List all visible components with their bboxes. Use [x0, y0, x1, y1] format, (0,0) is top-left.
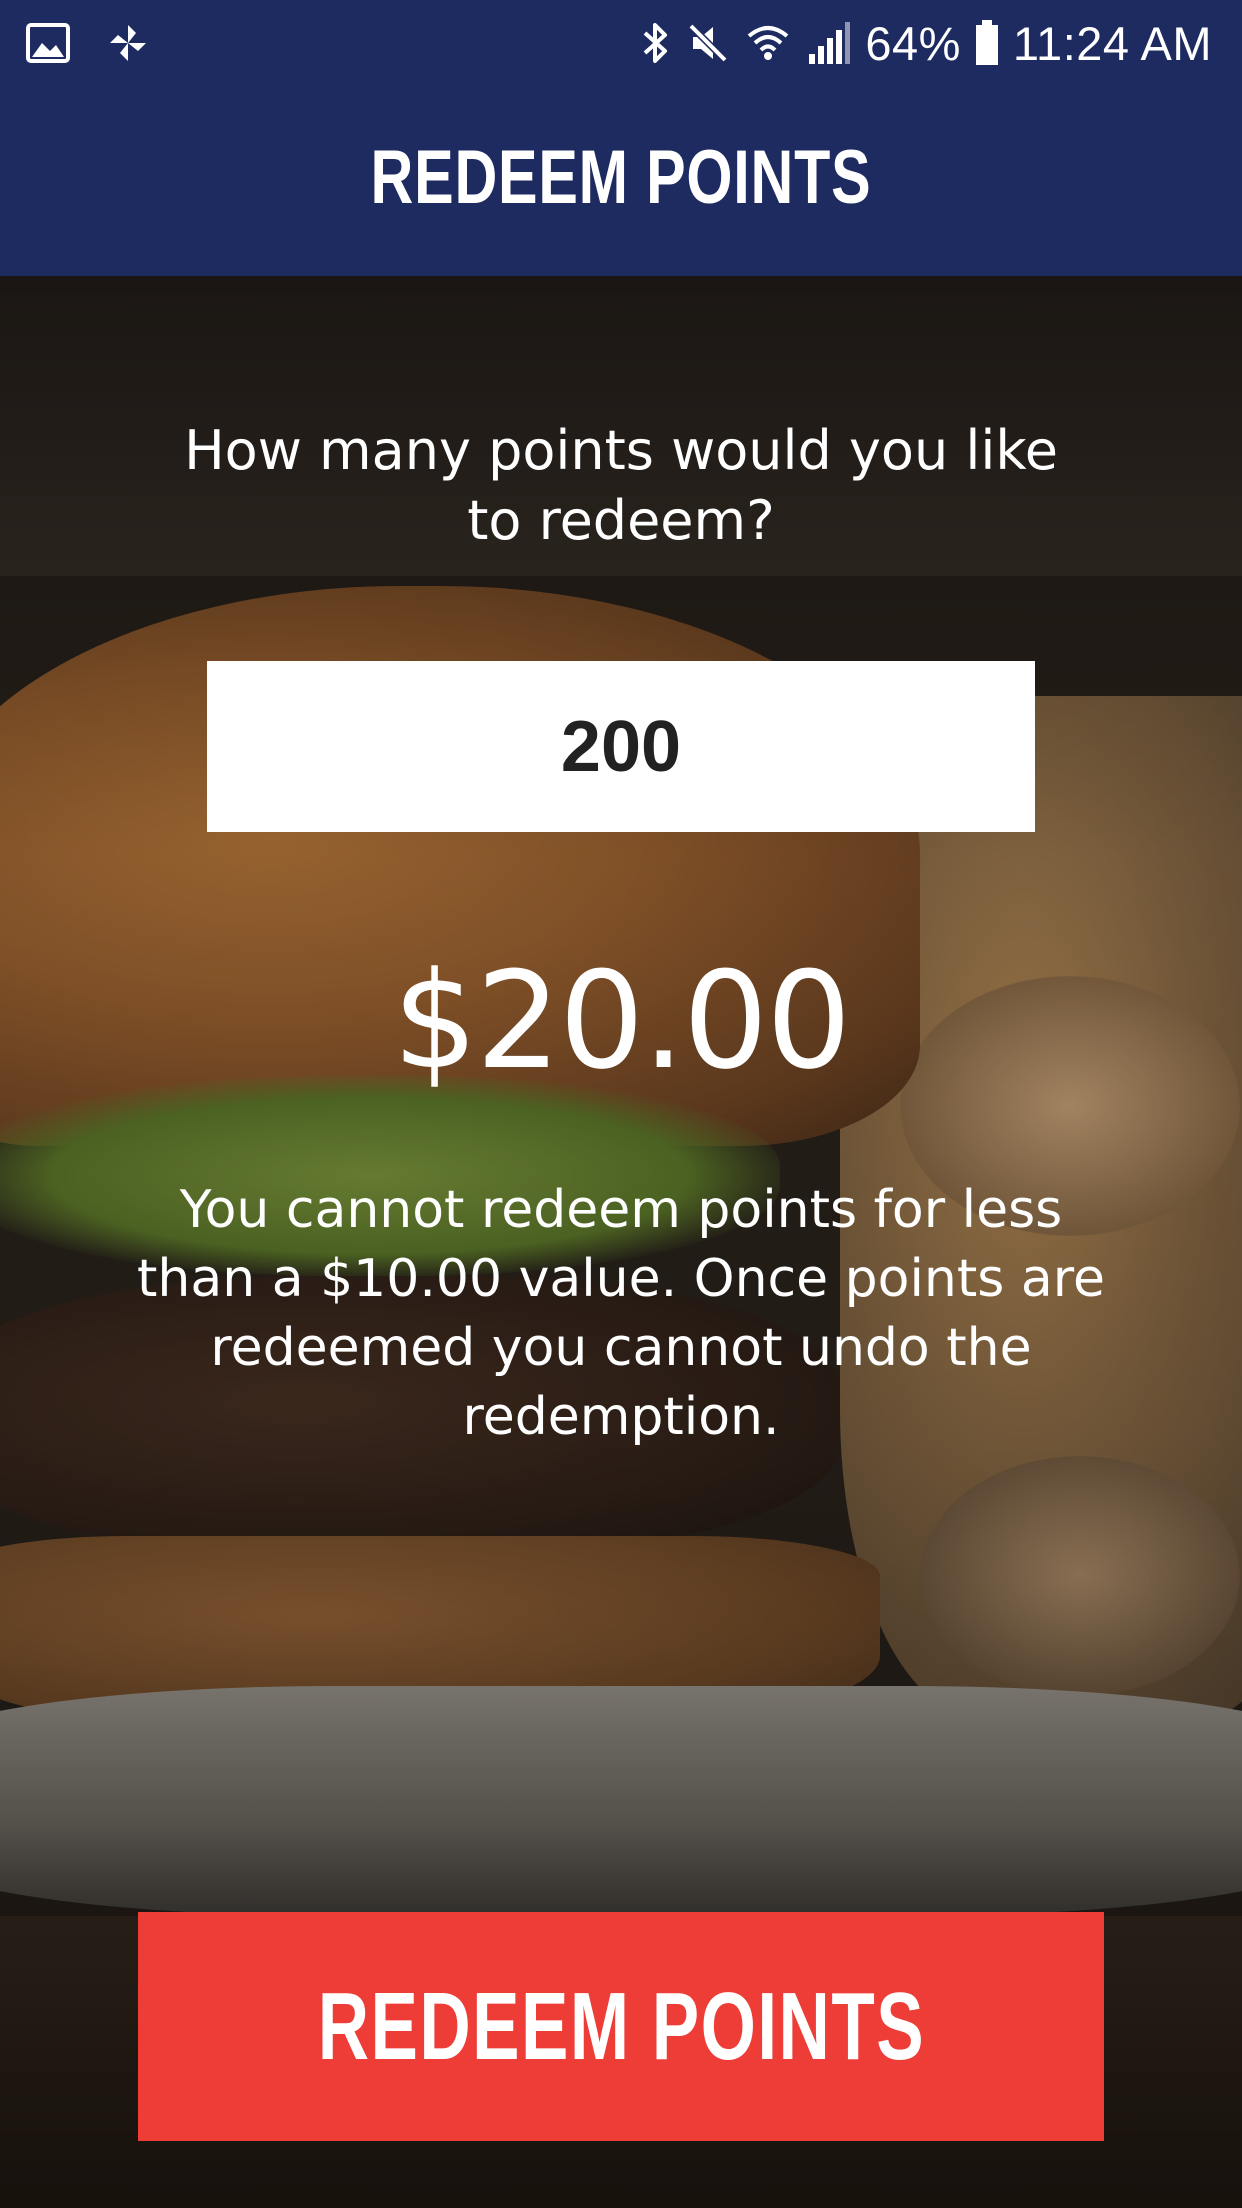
mute-icon — [685, 20, 731, 66]
redeem-form: How many points would you like to redeem… — [0, 276, 1242, 2208]
gallery-icon — [26, 23, 70, 63]
pinwheel-icon — [106, 21, 150, 65]
redeem-disclaimer: You cannot redeem points for less than a… — [137, 1180, 1105, 1447]
status-bar: 64% 11:24 AM — [0, 0, 1242, 84]
battery-icon — [975, 20, 999, 66]
bluetooth-icon — [641, 19, 671, 67]
page-title: REDEEM POINTS — [370, 135, 872, 220]
app-header: 64% 11:24 AM REDEEM POINTS — [0, 0, 1242, 276]
points-input[interactable] — [207, 661, 1035, 832]
redeem-points-button[interactable]: REDEEM POINTS — [138, 1912, 1104, 2141]
wifi-icon — [745, 20, 791, 66]
signal-icon — [805, 20, 851, 66]
redeem-question: How many points would you like to redeem… — [184, 419, 1058, 552]
battery-percent: 64% — [865, 16, 961, 70]
redeem-points-screen: 64% 11:24 AM REDEEM POINTS How many poin… — [0, 0, 1242, 2208]
clock: 11:24 AM — [1012, 16, 1212, 70]
redeem-button-label: REDEEM POINTS — [317, 1972, 925, 2080]
redeem-amount: $20.00 — [392, 943, 852, 1099]
